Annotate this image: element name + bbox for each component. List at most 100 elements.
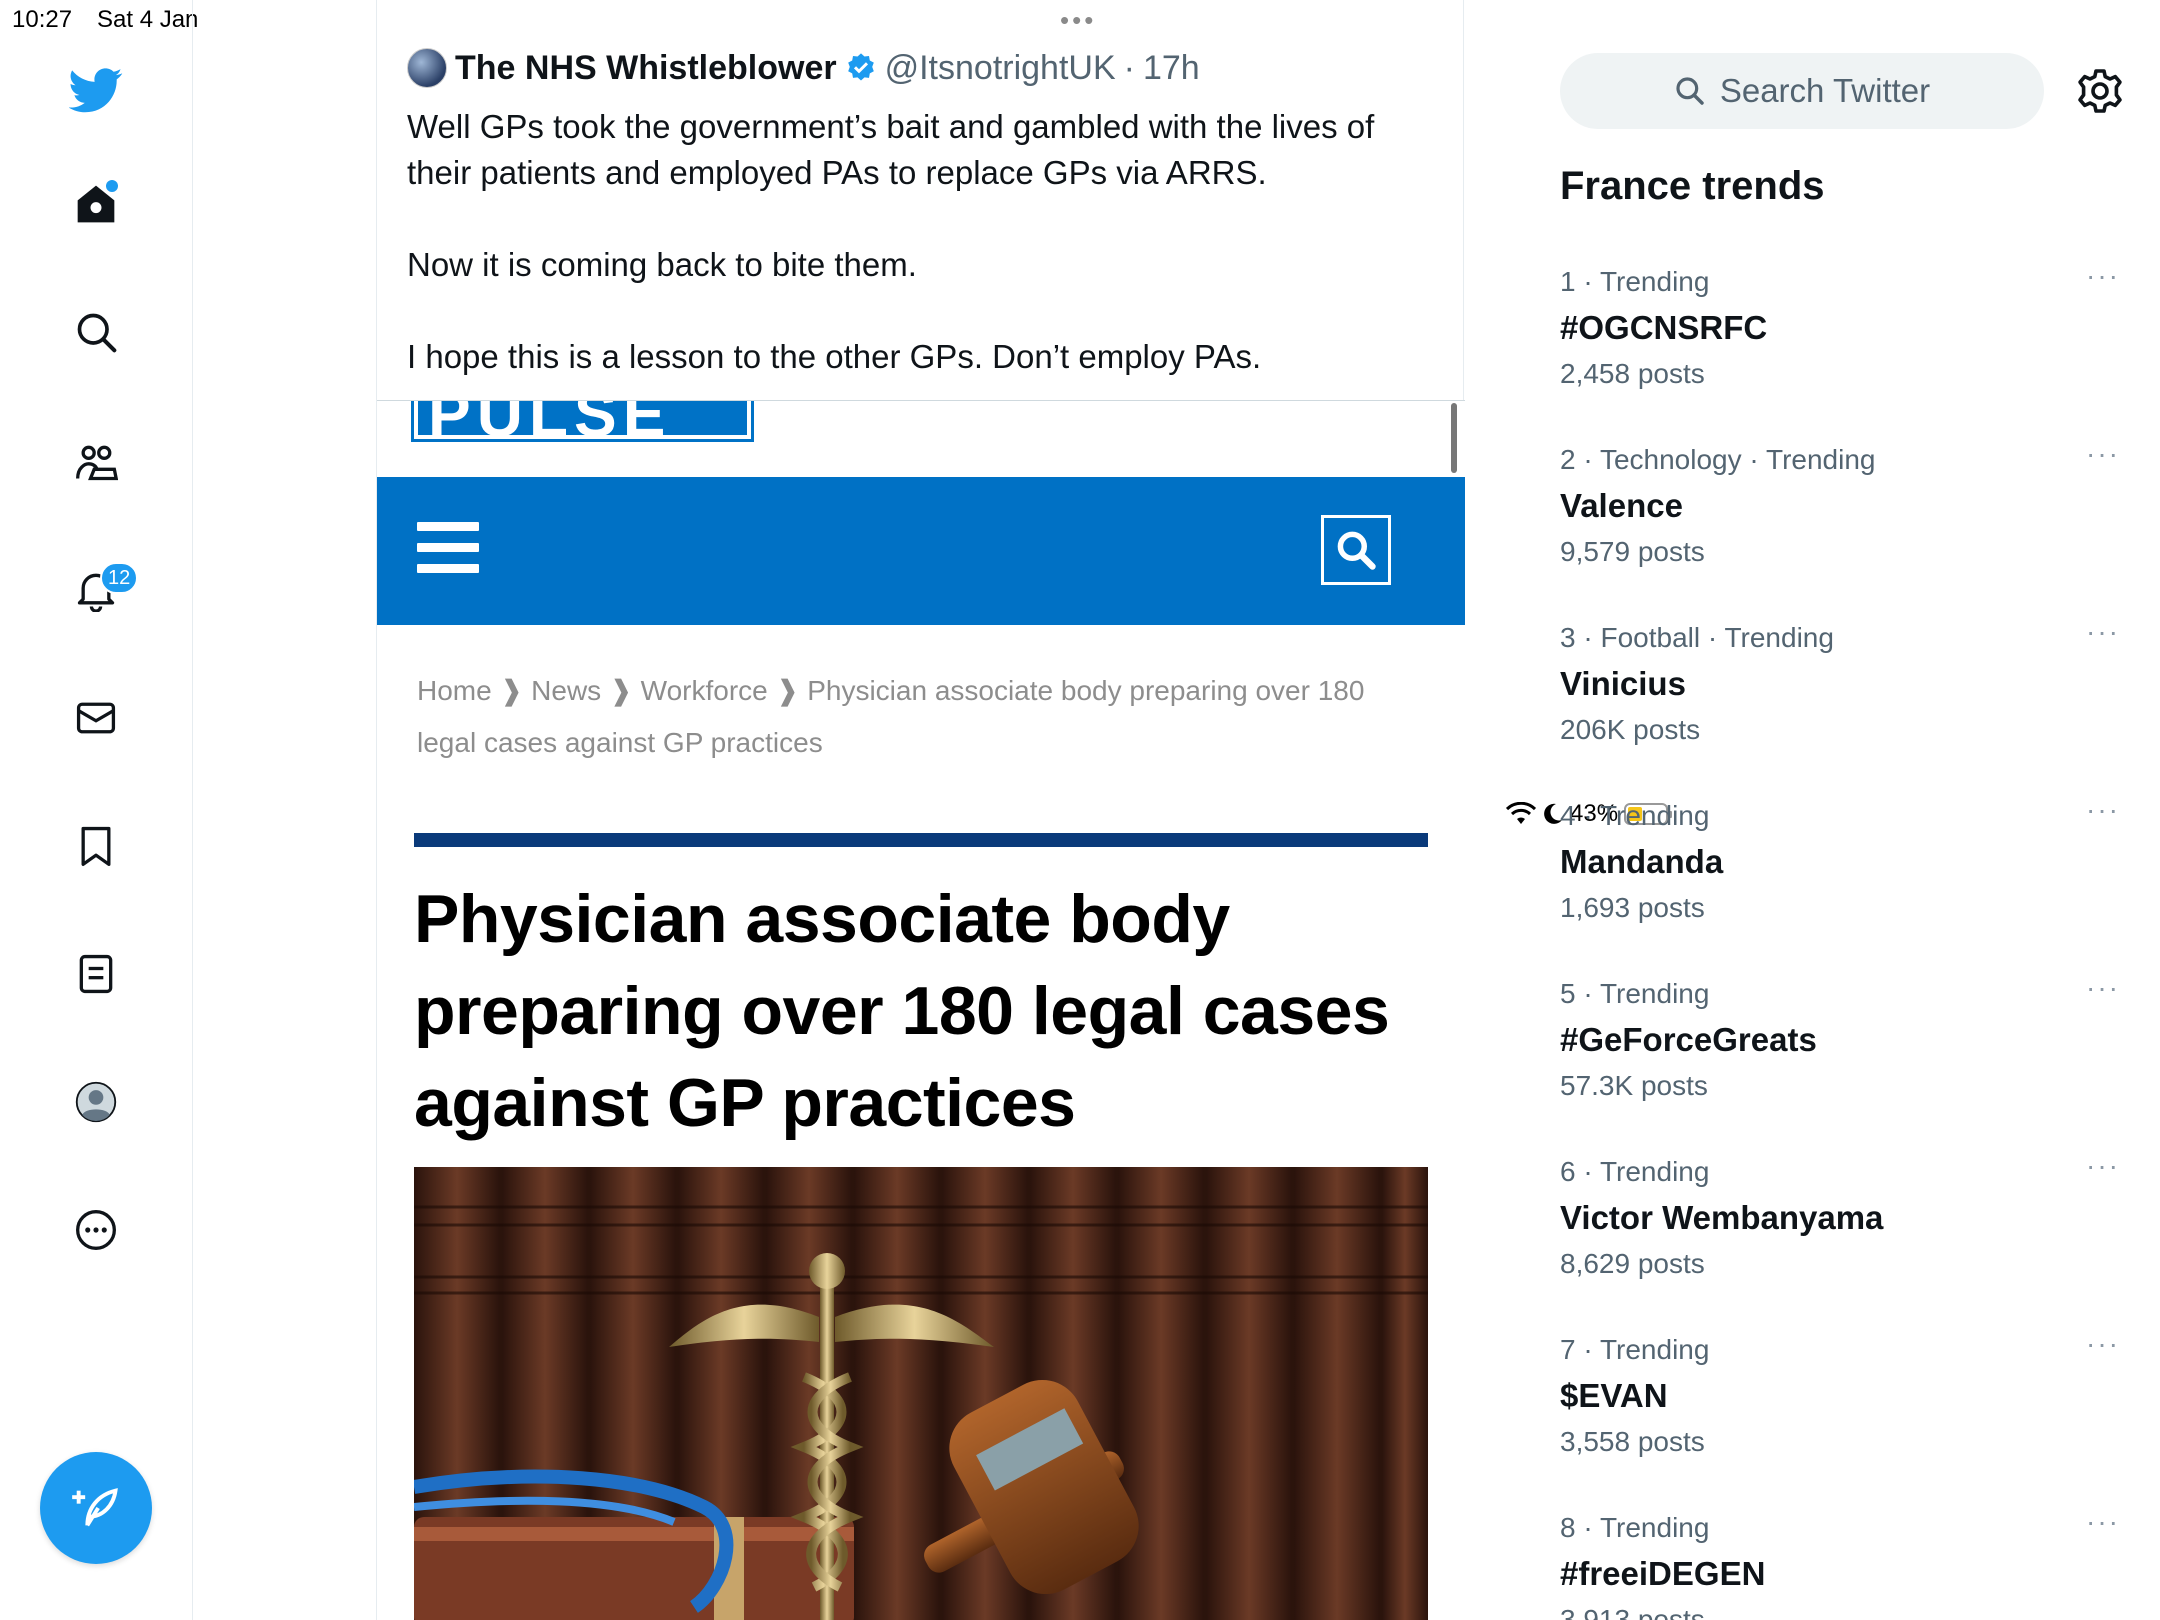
- verified-badge-icon: [847, 53, 874, 81]
- profile-icon[interactable]: [66, 1072, 126, 1132]
- trends-title: France trends: [1560, 164, 1825, 208]
- trend-category: Trending: [1599, 1512, 1710, 1543]
- site-search-button[interactable]: [1321, 515, 1391, 585]
- article-image: [414, 1167, 1428, 1620]
- trend-category: Trending: [1599, 1156, 1710, 1187]
- trend-meta: 6 · Trending: [1560, 1156, 1710, 1187]
- trend-topic: Vinicius: [1560, 665, 1686, 702]
- notifications-badge: 12: [100, 562, 139, 594]
- trend-rank: 2: [1560, 444, 1576, 475]
- trend-topic: #GeForceGreats: [1560, 1021, 1817, 1058]
- mail-icon[interactable]: [66, 688, 126, 748]
- settings-gear-icon[interactable]: [2076, 67, 2124, 115]
- search-twitter-input[interactable]: Search Twitter: [1560, 53, 2044, 129]
- trend-item[interactable]: 4 · Trending Mandanda 1,693 posts ···: [1560, 796, 2120, 948]
- trend-category: Trending: [1599, 800, 1710, 831]
- tweet-column: The NHS Whistleblower @ItsnotrightUK · 1…: [376, 0, 1465, 1620]
- home-icon[interactable]: [66, 174, 126, 234]
- pulse-logo-text: PULSE: [428, 400, 672, 450]
- trend-category: Trending: [1599, 978, 1710, 1009]
- compose-icon: [72, 1488, 118, 1527]
- breadcrumb-home[interactable]: Home: [417, 675, 492, 706]
- trend-item[interactable]: 8 · Trending #freeiDEGEN 3,913 posts ···: [1560, 1510, 2120, 1620]
- trend-post-count: 57.3K posts: [1560, 1070, 1708, 1101]
- communities-icon[interactable]: [66, 432, 126, 492]
- trend-category: Football · Trending: [1600, 622, 1834, 653]
- trend-meta: 5 · Trending: [1560, 978, 1710, 1009]
- trend-topic: #OGCNSRFC: [1560, 309, 1768, 346]
- breadcrumb-separator: ❱: [775, 675, 800, 706]
- tweet-time[interactable]: 17h: [1143, 49, 1200, 88]
- trend-item[interactable]: 2 · Technology · Trending Valence 9,579 …: [1560, 440, 2120, 592]
- trend-rank: 4: [1560, 800, 1576, 831]
- left-nav: 12: [0, 0, 193, 1620]
- trend-item[interactable]: 1 · Trending #OGCNSRFC 2,458 posts ···: [1560, 262, 2120, 414]
- trend-category: Trending: [1599, 266, 1710, 297]
- trend-rank: 7: [1560, 1334, 1576, 1365]
- bell-icon[interactable]: 12: [66, 560, 139, 620]
- right-sidebar: Search Twitter France trends 1 · Trendin…: [1506, 0, 2160, 1620]
- trend-post-count: 3,913 posts: [1560, 1604, 1705, 1620]
- trend-meta: 8 · Trending: [1560, 1512, 1710, 1543]
- site-header-bar: [377, 477, 1465, 625]
- article-embed[interactable]: PULSE Home ❱ News ❱ Workforce ❱ Physician asso…: [377, 400, 1465, 1620]
- trend-more-icon[interactable]: ···: [2086, 1510, 2120, 1536]
- trend-topic: #freeiDEGEN: [1560, 1555, 1766, 1592]
- trend-more-icon[interactable]: ···: [2086, 440, 2120, 468]
- tweet-header: The NHS Whistleblower @ItsnotrightUK · 1…: [407, 48, 1200, 88]
- caduceus-gavel-illustration: [414, 1167, 1428, 1620]
- headline-rule: [414, 833, 1428, 847]
- search-placeholder: Search Twitter: [1719, 72, 1931, 109]
- trend-rank: 5: [1560, 978, 1576, 1009]
- breadcrumb-separator: ❱: [499, 675, 524, 706]
- trend-post-count: 206K posts: [1560, 714, 1701, 745]
- more-icon[interactable]: [66, 1200, 126, 1260]
- tweet-text: Well GPs took the government’s bait and …: [407, 104, 1417, 380]
- tweet-paragraph: Now it is coming back to bite them.: [407, 246, 917, 283]
- trend-post-count: 2,458 posts: [1560, 358, 1705, 389]
- lists-icon[interactable]: [66, 944, 126, 1004]
- trend-item[interactable]: 5 · Trending #GeForceGreats 57.3K posts …: [1560, 974, 2120, 1126]
- trend-more-icon[interactable]: ···: [2086, 974, 2120, 1002]
- author-name[interactable]: The NHS Whistleblower: [455, 49, 837, 88]
- trend-category: Trending: [1599, 1334, 1710, 1365]
- embed-scrollbar[interactable]: [1451, 403, 1457, 473]
- trend-more-icon[interactable]: ···: [2086, 1152, 2120, 1180]
- trend-meta: 7 · Trending: [1560, 1334, 1710, 1365]
- breadcrumb-workforce[interactable]: Workforce: [641, 675, 768, 706]
- trend-post-count: 3,558 posts: [1560, 1426, 1705, 1457]
- trend-more-icon[interactable]: ···: [2086, 262, 2120, 290]
- trend-post-count: 8,629 posts: [1560, 1248, 1705, 1279]
- trend-category: Technology · Trending: [1599, 444, 1876, 475]
- trend-more-icon[interactable]: ···: [2086, 796, 2120, 824]
- trend-topic: $EVAN: [1560, 1377, 1668, 1414]
- trend-item[interactable]: 7 · Trending $EVAN 3,558 posts ···: [1560, 1330, 2120, 1482]
- compose-button[interactable]: [40, 1452, 152, 1564]
- trend-more-icon[interactable]: ···: [2086, 1330, 2120, 1358]
- meta-separator: ·: [1123, 48, 1135, 87]
- search-icon: [1337, 531, 1376, 570]
- twitter-logo-icon[interactable]: [66, 60, 126, 120]
- trend-post-count: 1,693 posts: [1560, 892, 1705, 923]
- search-icon: [1676, 77, 1704, 105]
- author-avatar[interactable]: [407, 48, 447, 88]
- trend-rank: 1: [1560, 266, 1576, 297]
- trend-more-icon[interactable]: ···: [2086, 618, 2120, 646]
- trend-rank: 6: [1560, 1156, 1576, 1187]
- home-new-dot: [106, 180, 118, 192]
- trend-item[interactable]: 6 · Trending Victor Wembanyama 8,629 pos…: [1560, 1152, 2120, 1304]
- trend-item[interactable]: 3 · Football · Trending Vinicius 206K po…: [1560, 618, 2120, 770]
- tweet-paragraph: Well GPs took the government’s bait and …: [407, 108, 1375, 191]
- breadcrumb-news[interactable]: News: [531, 675, 601, 706]
- trend-topic: Victor Wembanyama: [1560, 1199, 1884, 1236]
- search-icon[interactable]: [66, 302, 126, 362]
- trend-rank: 3: [1560, 622, 1576, 653]
- trend-meta: 4 · Trending: [1560, 800, 1710, 831]
- trend-post-count: 9,579 posts: [1560, 536, 1705, 567]
- menu-icon[interactable]: [417, 522, 479, 578]
- trend-rank: 8: [1560, 1512, 1576, 1543]
- trend-meta: 2 · Technology · Trending: [1560, 444, 1876, 475]
- bookmark-icon[interactable]: [66, 816, 126, 876]
- author-handle[interactable]: @ItsnotrightUK: [885, 49, 1116, 88]
- pulse-logo: PULSE: [411, 401, 754, 450]
